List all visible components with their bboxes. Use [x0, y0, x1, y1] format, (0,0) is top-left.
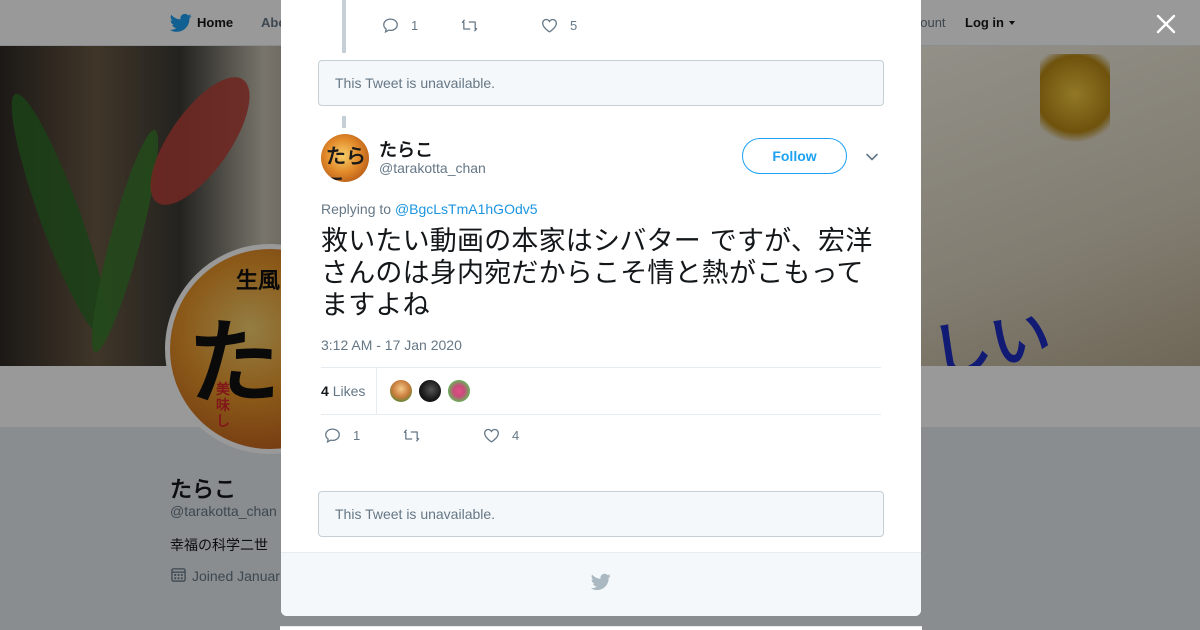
liker-avatar[interactable]	[418, 379, 442, 403]
tweet-text: 救いたい動画の本家はシバター ですが、宏洋さんのは身内宛だからこそ情と熱がこもっ…	[321, 226, 873, 321]
like-count: 5	[570, 18, 578, 33]
reply-icon	[383, 18, 398, 34]
divider	[376, 368, 377, 414]
tweet-permalink-modal: 1 5 This Tweet is unavailable. たらこ たらこ @…	[281, 0, 921, 616]
tweet-unavailable-notice: This Tweet is unavailable.	[318, 491, 884, 537]
likes-count-link[interactable]: 4 Likes	[321, 383, 365, 399]
twitter-bird-icon	[591, 573, 611, 590]
like-action[interactable]: 4	[483, 427, 519, 444]
retweet-icon	[461, 19, 478, 32]
retweet-action[interactable]	[461, 17, 490, 34]
tweet-author-handle[interactable]: @tarakotta_chan	[379, 160, 486, 176]
heart-icon	[484, 428, 499, 443]
next-card-edge	[280, 626, 922, 630]
thread-connector-line	[342, 116, 346, 128]
replying-to-label: Replying to	[321, 201, 392, 217]
replying-to: Replying to @BgcLsTmA1hGOdv5	[321, 201, 538, 217]
retweet-action[interactable]	[403, 427, 432, 444]
avatar-text: たらこ	[326, 146, 366, 182]
likes-count: 4	[321, 383, 329, 399]
tweet-stats: 4 Likes	[321, 367, 881, 415]
reply-count: 1	[353, 428, 361, 443]
heart-icon	[542, 18, 557, 33]
like-action[interactable]: 5	[541, 17, 577, 34]
reply-action[interactable]: 1	[324, 427, 360, 444]
thread-connector-line	[342, 0, 346, 53]
like-count: 4	[512, 428, 520, 443]
likes-label: Likes	[332, 383, 366, 399]
tweet-author-avatar[interactable]: たらこ	[321, 134, 369, 182]
tweet-timestamp[interactable]: 3:12 AM - 17 Jan 2020	[321, 337, 462, 353]
follow-button[interactable]: Follow	[742, 138, 847, 174]
close-icon[interactable]	[1156, 14, 1176, 34]
replying-to-mention-link[interactable]: @BgcLsTmA1hGOdv5	[395, 201, 538, 217]
reply-count: 1	[411, 18, 419, 33]
tweet-unavailable-notice: This Tweet is unavailable.	[318, 60, 884, 106]
liker-avatar[interactable]	[447, 379, 471, 403]
tweet-author-name[interactable]: たらこ	[379, 136, 433, 162]
chevron-down-icon[interactable]	[865, 150, 879, 164]
modal-footer	[281, 552, 921, 616]
liker-avatar[interactable]	[389, 379, 413, 403]
retweet-icon	[403, 429, 420, 442]
reply-icon	[325, 428, 340, 444]
reply-action[interactable]: 1	[382, 17, 418, 34]
